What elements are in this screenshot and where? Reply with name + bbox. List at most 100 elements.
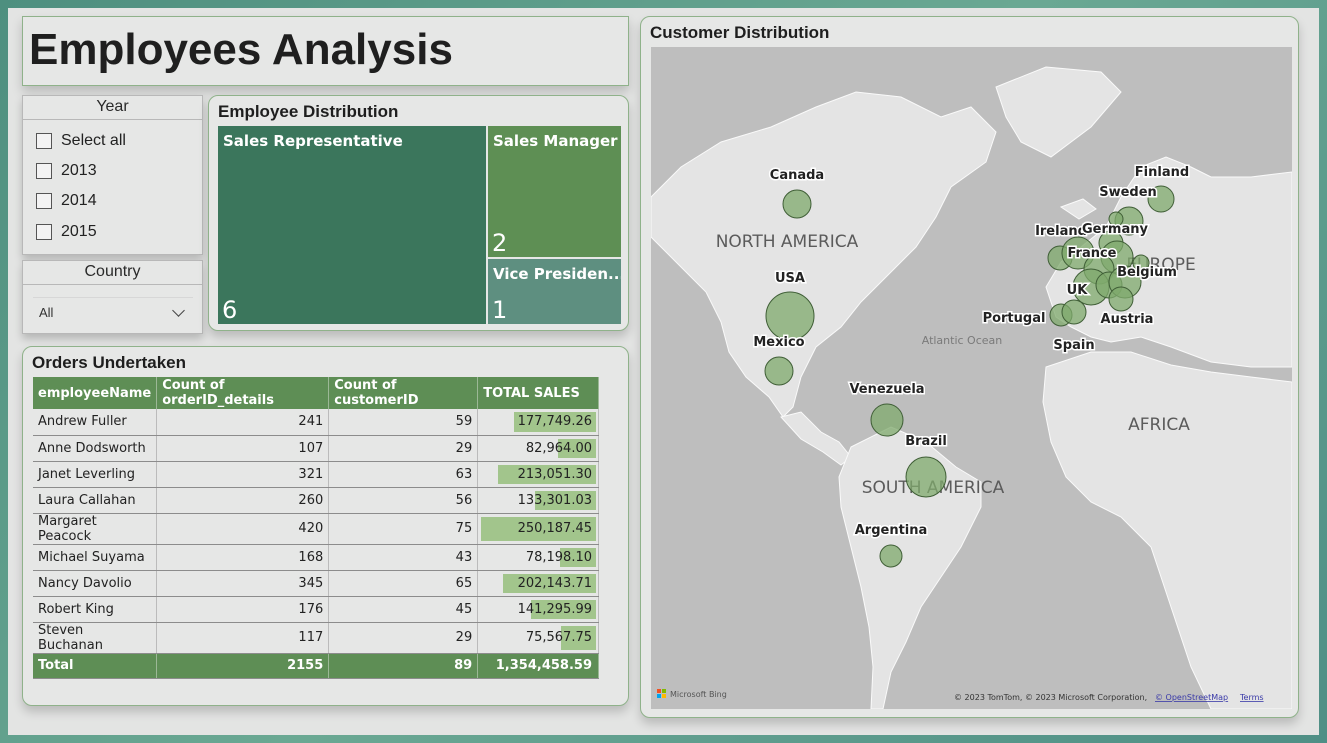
continent-label: AFRICA xyxy=(1128,415,1190,435)
year-option-label: 2013 xyxy=(61,162,97,179)
map-label-finland: Finland xyxy=(1135,165,1189,180)
table-header-row: employeeName Count of orderID_details Co… xyxy=(33,377,599,409)
table-row[interactable]: Nancy Davolio 345 65 202,143.71 xyxy=(33,570,599,597)
table-row[interactable]: Anne Dodsworth 107 29 82,964.00 xyxy=(33,435,599,462)
map-label-france: France xyxy=(1067,246,1116,261)
bubble-argentina[interactable] xyxy=(879,544,903,568)
svg-text:Microsoft Bing: Microsoft Bing xyxy=(670,690,727,699)
report-canvas: Employees Analysis Year Select all 2013 … xyxy=(8,8,1319,735)
total-customers: 89 xyxy=(328,653,479,679)
tile-label: Vice Presiden... xyxy=(493,265,621,283)
customer-count-cell: 43 xyxy=(328,544,479,571)
column-header-total-sales[interactable]: TOTAL SALES xyxy=(477,377,599,409)
table-row[interactable]: Janet Leverling 321 63 213,051.30 xyxy=(33,461,599,488)
year-option-2015[interactable]: 2015 xyxy=(36,223,97,241)
map-svg: NORTH AMERICA SOUTH AMERICA EUROPE AFRIC… xyxy=(651,66,1292,709)
order-count-cell: 345 xyxy=(156,570,330,597)
table-total-row: Total 2155 89 1,354,458.59 xyxy=(33,653,599,679)
total-sales-cell: 78,198.10 xyxy=(477,544,599,571)
order-count-cell: 321 xyxy=(156,461,330,488)
orders-card: Orders Undertaken employeeName Count of … xyxy=(22,346,629,706)
total-sales-cell: 141,295.99 xyxy=(477,596,599,623)
country-dropdown-value: All xyxy=(39,305,54,320)
table-row[interactable]: Margaret Peacock 420 75 250,187.45 xyxy=(33,513,599,545)
year-option-select-all[interactable]: Select all xyxy=(36,132,126,150)
employee-name-cell: Margaret Peacock xyxy=(33,513,158,545)
table-row[interactable]: Laura Callahan 260 56 133,301.03 xyxy=(33,487,599,514)
customer-count-cell: 29 xyxy=(328,435,479,462)
map-label-usa: USA xyxy=(775,271,805,286)
north-america-landmass xyxy=(651,91,997,418)
sales-value: 78,198.10 xyxy=(525,549,592,565)
order-count-cell: 117 xyxy=(156,622,330,654)
sales-value: 82,964.00 xyxy=(525,440,592,456)
treemap-tile-sales-manager[interactable]: Sales Manager 2 xyxy=(488,126,621,257)
bubble-brazil[interactable] xyxy=(905,456,947,498)
map-label-belgium: Belgium xyxy=(1117,265,1177,280)
employee-name-cell: Janet Leverling xyxy=(33,461,158,488)
table-row[interactable]: Andrew Fuller 241 59 177,749.26 xyxy=(33,409,599,436)
sales-value: 250,187.45 xyxy=(517,521,592,536)
map-label-germany: Germany xyxy=(1082,222,1148,237)
page-title: Employees Analysis xyxy=(29,25,453,74)
map-label-brazil: Brazil xyxy=(905,434,947,449)
order-count-cell: 168 xyxy=(156,544,330,571)
sales-value: 213,051.30 xyxy=(517,466,592,482)
table-row[interactable]: Steven Buchanan 117 29 75,567.75 xyxy=(33,622,599,654)
column-header-order-count[interactable]: Count of orderID_details xyxy=(156,377,330,409)
year-option-2014[interactable]: 2014 xyxy=(36,192,97,210)
employee-distribution-card: Employee Distribution Sales Representati… xyxy=(208,95,629,331)
map-label-spain: Spain xyxy=(1053,338,1094,353)
checkbox[interactable] xyxy=(36,224,52,240)
chevron-down-icon xyxy=(172,303,185,317)
customer-count-cell: 56 xyxy=(328,487,479,514)
terms-link[interactable]: Terms xyxy=(1239,693,1264,702)
column-header-customer-count[interactable]: Count of customerID xyxy=(328,377,479,409)
bubble-austria[interactable] xyxy=(1108,286,1134,312)
bubble-venezuela[interactable] xyxy=(870,403,904,437)
checkbox[interactable] xyxy=(36,193,52,209)
total-sales-cell: 213,051.30 xyxy=(477,461,599,488)
employee-name-cell: Robert King xyxy=(33,596,158,623)
customer-count-cell: 75 xyxy=(328,513,479,545)
ocean-label: Atlantic Ocean xyxy=(922,334,1003,347)
microsoft-bing-logo: Microsoft Bing xyxy=(657,689,727,699)
bubble-usa[interactable] xyxy=(765,291,815,341)
map-copyright: © 2023 TomTom, © 2023 Microsoft Corporat… xyxy=(954,693,1147,702)
customer-map[interactable]: NORTH AMERICA SOUTH AMERICA EUROPE AFRIC… xyxy=(651,47,1292,709)
customer-distribution-title: Customer Distribution xyxy=(650,23,830,42)
title-card: Employees Analysis xyxy=(22,16,629,86)
country-slicer: Country All xyxy=(22,260,203,334)
customer-count-cell: 59 xyxy=(328,409,479,436)
bubble-mexico[interactable] xyxy=(764,356,794,386)
checkbox[interactable] xyxy=(36,163,52,179)
treemap-tile-vice-president[interactable]: Vice Presiden... 1 xyxy=(488,259,621,324)
openstreetmap-link[interactable]: © OpenStreetMap xyxy=(1155,693,1228,702)
customer-count-cell: 65 xyxy=(328,570,479,597)
total-sales-cell: 177,749.26 xyxy=(477,409,599,436)
map-label-sweden: Sweden xyxy=(1099,185,1157,200)
bubble-canada[interactable] xyxy=(782,189,812,219)
order-count-cell: 260 xyxy=(156,487,330,514)
total-sales-cell: 202,143.71 xyxy=(477,570,599,597)
table-row[interactable]: Michael Suyama 168 43 78,198.10 xyxy=(33,544,599,571)
order-count-cell: 420 xyxy=(156,513,330,545)
sales-value: 133,301.03 xyxy=(517,492,592,508)
greenland-landmass xyxy=(995,66,1122,158)
checkbox[interactable] xyxy=(36,133,52,149)
table-row[interactable]: Robert King 176 45 141,295.99 xyxy=(33,596,599,623)
year-option-label: 2014 xyxy=(61,192,97,209)
bubble-spain[interactable] xyxy=(1061,299,1087,325)
treemap-tile-sales-representative[interactable]: Sales Representative 6 xyxy=(218,126,486,324)
column-header-employee-name[interactable]: employeeName xyxy=(33,377,158,409)
year-slicer-header: Year xyxy=(23,96,202,120)
year-option-2013[interactable]: 2013 xyxy=(36,162,97,180)
order-count-cell: 176 xyxy=(156,596,330,623)
country-dropdown[interactable]: All xyxy=(33,297,193,327)
employee-name-cell: Steven Buchanan xyxy=(33,622,158,654)
order-count-cell: 107 xyxy=(156,435,330,462)
year-option-label: 2015 xyxy=(61,223,97,240)
map-label-mexico: Mexico xyxy=(753,335,804,350)
employee-name-cell: Nancy Davolio xyxy=(33,570,158,597)
customer-count-cell: 45 xyxy=(328,596,479,623)
